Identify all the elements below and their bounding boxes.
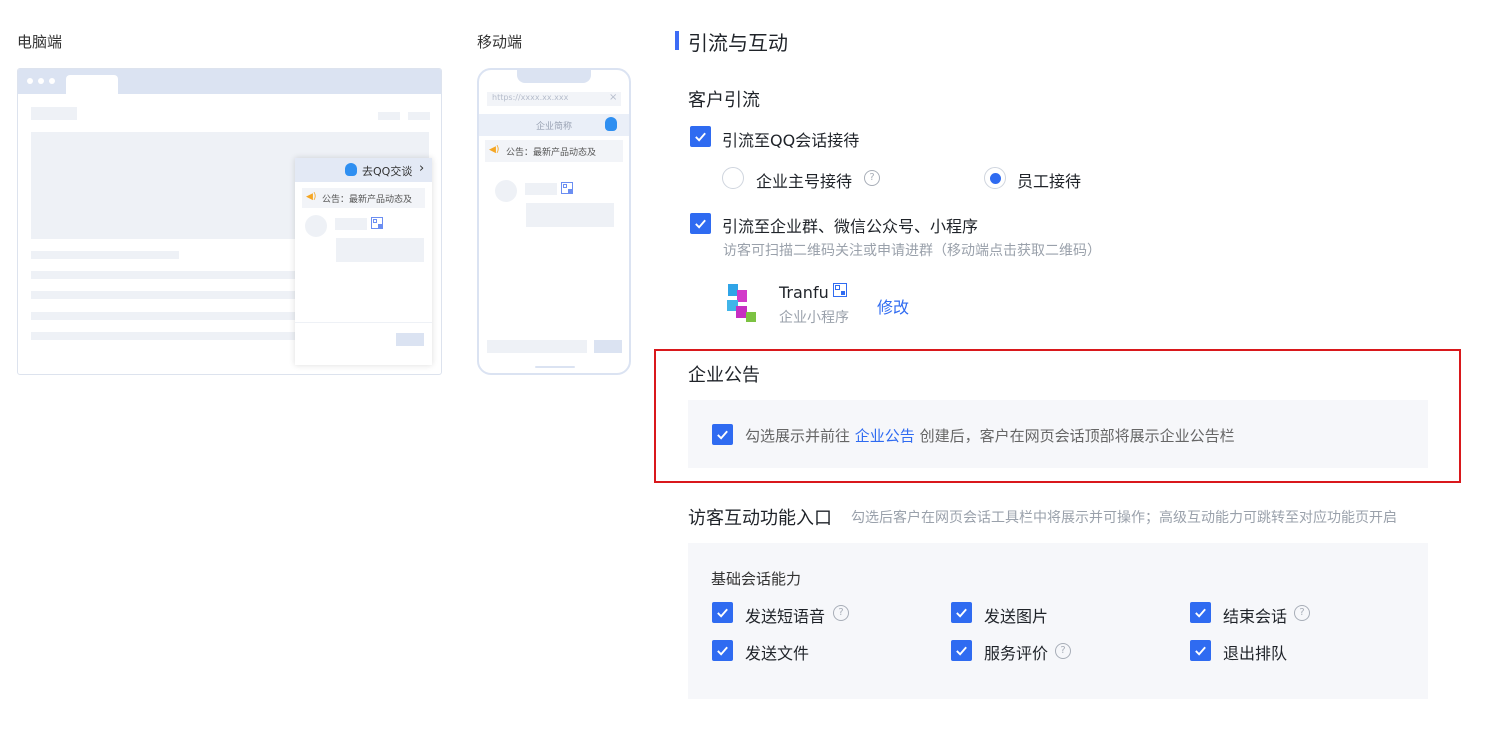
- browser-topbar: [18, 69, 441, 94]
- mobile-notice-preview: ◀) 公告：最新产品动态及: [485, 140, 623, 162]
- qq-penguin-icon: [345, 163, 357, 176]
- chevron-right-icon: ›: [419, 161, 425, 176]
- announcement-text: 勾选展示并前往 企业公告 创建后，客户在网页会话顶部将展示企业公告栏: [745, 425, 1235, 446]
- qq-flow-checkbox[interactable]: [690, 126, 711, 147]
- basic-abilities-title: 基础会话能力: [711, 570, 802, 588]
- check-icon: [717, 608, 728, 618]
- speaker-icon: ◀): [489, 145, 500, 155]
- mobile-header-text: 企业简称: [536, 122, 573, 132]
- customer-flow-title: 客户引流: [688, 90, 760, 111]
- mobile-url-text: https://xxxx.xx.xxx: [492, 93, 569, 102]
- speaker-icon: ◀): [306, 192, 317, 202]
- help-icon[interactable]: ?: [864, 170, 880, 186]
- announcement-text-after: 创建后，客户在网页会话顶部将展示企业公告栏: [919, 427, 1235, 445]
- chat-panel-header: 去QQ交谈 ›: [295, 158, 432, 182]
- send-file-checkbox[interactable]: [712, 640, 733, 661]
- chat-panel-preview: 去QQ交谈 › ◀) 公告：最新产品动态及: [295, 158, 432, 365]
- close-icon: ×: [609, 92, 618, 103]
- help-icon[interactable]: ?: [1294, 605, 1310, 621]
- check-icon: [1195, 608, 1206, 618]
- end-session-checkbox[interactable]: [1190, 602, 1211, 623]
- qrcode-icon: [371, 217, 383, 229]
- announcement-link[interactable]: 企业公告: [855, 427, 915, 445]
- section-title-accent: [675, 31, 679, 50]
- mini-program-name: Tranfu: [779, 283, 829, 302]
- radio-main-account[interactable]: [722, 167, 744, 189]
- service-rating-label: 服务评价: [984, 644, 1049, 663]
- check-icon: [717, 646, 728, 656]
- group-flow-label: 引流至企业群、微信公众号、小程序: [722, 217, 979, 236]
- check-icon: [956, 646, 967, 656]
- send-file-label: 发送文件: [745, 644, 810, 663]
- send-voice-label: 发送短语音: [745, 607, 826, 626]
- group-flow-hint: 访客可扫描二维码关注或申请进群（移动端点击获取二维码）: [723, 243, 1101, 259]
- mobile-notice-text: 公告：最新产品动态及: [506, 148, 597, 158]
- send-button-preview: [594, 340, 622, 353]
- chat-with-qq-text: 去QQ交谈: [362, 165, 413, 178]
- check-icon: [1195, 646, 1206, 656]
- check-icon: [695, 132, 706, 142]
- send-voice-checkbox[interactable]: [712, 602, 733, 623]
- radio-staff[interactable]: [984, 167, 1006, 189]
- exit-queue-checkbox[interactable]: [1190, 640, 1211, 661]
- announcement-text-before: 勾选展示并前往: [745, 427, 851, 445]
- mobile-url-bar: https://xxxx.xx.xxx ×: [487, 92, 621, 106]
- section-title: 引流与互动: [688, 31, 788, 55]
- check-icon: [717, 430, 728, 440]
- mobile-preview: https://xxxx.xx.xxx × 企业简称 ◀) 公告：最新产品动态及: [477, 68, 631, 375]
- notice-preview: ◀) 公告：最新产品动态及: [302, 188, 425, 208]
- send-image-checkbox[interactable]: [951, 602, 972, 623]
- phone-notch: [517, 70, 591, 83]
- announcement-checkbox[interactable]: [712, 424, 733, 445]
- pc-preview: 去QQ交谈 › ◀) 公告：最新产品动态及: [17, 68, 442, 375]
- announcement-title: 企业公告: [688, 365, 760, 386]
- mobile-preview-label: 移动端: [477, 33, 523, 51]
- radio-staff-label: 员工接待: [1017, 172, 1082, 191]
- send-button-preview: [396, 333, 424, 346]
- interaction-title: 访客互动功能入口: [688, 508, 832, 529]
- qrcode-icon: [561, 182, 573, 194]
- radio-main-account-label: 企业主号接待: [756, 172, 853, 191]
- pc-preview-label: 电脑端: [17, 33, 63, 51]
- group-flow-checkbox[interactable]: [690, 213, 711, 234]
- browser-tab: [66, 75, 118, 94]
- qq-flow-label: 引流至QQ会话接待: [722, 131, 860, 150]
- mini-program-type: 企业小程序: [779, 310, 849, 326]
- help-icon[interactable]: ?: [1055, 643, 1071, 659]
- home-indicator: [535, 366, 575, 368]
- mini-program-logo: [722, 282, 766, 326]
- help-icon[interactable]: ?: [833, 605, 849, 621]
- edit-mini-program-link[interactable]: 修改: [877, 294, 909, 318]
- check-icon: [956, 608, 967, 618]
- exit-queue-label: 退出排队: [1223, 644, 1288, 663]
- avatar: [305, 215, 327, 237]
- qq-penguin-icon: [605, 117, 617, 131]
- qrcode-icon[interactable]: [833, 283, 847, 297]
- send-image-label: 发送图片: [984, 607, 1049, 626]
- end-session-label: 结束会话: [1223, 607, 1288, 626]
- mobile-chat-header: 企业简称: [479, 114, 629, 136]
- interaction-hint: 勾选后客户在网页会话工具栏中将展示并可操作；高级互动能力可跳转至对应功能页开启: [851, 510, 1397, 526]
- service-rating-checkbox[interactable]: [951, 640, 972, 661]
- avatar: [495, 180, 517, 202]
- notice-preview-text: 公告：最新产品动态及: [322, 195, 413, 205]
- check-icon: [695, 219, 706, 229]
